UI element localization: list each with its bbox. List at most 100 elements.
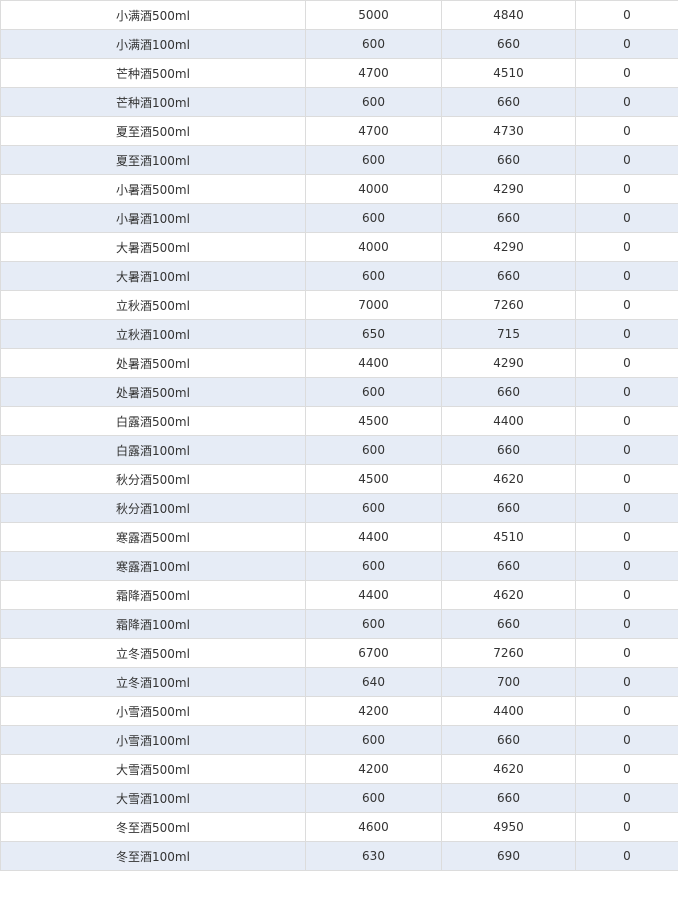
value-cell-3: 0 [623,124,631,138]
value-cell-1: 4700 [306,59,442,87]
value-cell-1: 600 [306,610,442,638]
value-cell-3: 0 [623,530,631,544]
value-cell-2: 700 [442,668,576,696]
product-name-cell: 冬至酒500ml [0,813,306,841]
table-row: 霜降酒500ml 4400 4620 0 [0,581,678,610]
product-name-cell: 芒种酒100ml [0,88,306,116]
product-name-cell: 芒种酒500ml [0,59,306,87]
value-cell-2: 690 [442,842,576,870]
product-name-cell: 小满酒100ml [0,30,306,58]
value-cell-2: 660 [442,378,576,406]
table-row: 冬至酒100ml 630 690 0 [0,842,678,871]
value-cell-1: 600 [306,552,442,580]
value-cell-3: 0 [623,414,631,428]
product-name-cell: 大暑酒500ml [0,233,306,261]
product-name-cell: 秋分酒500ml [0,465,306,493]
value-cell-1: 630 [306,842,442,870]
value-cell-2: 4730 [442,117,576,145]
table-row: 冬至酒500ml 4600 4950 0 [0,813,678,842]
value-cell-3: 0 [623,153,631,167]
value-cell-2: 660 [442,552,576,580]
value-cell-3: 0 [623,8,631,22]
table-row: 白露酒500ml 4500 4400 0 [0,407,678,436]
value-cell-1: 600 [306,30,442,58]
product-name-cell: 大雪酒100ml [0,784,306,812]
value-cell-2: 4290 [442,349,576,377]
product-name-cell: 夏至酒100ml [0,146,306,174]
value-cell-2: 660 [442,204,576,232]
table-row: 芒种酒500ml 4700 4510 0 [0,59,678,88]
product-name-cell: 立冬酒100ml [0,668,306,696]
value-cell-2: 7260 [442,639,576,667]
table-row: 白露酒100ml 600 660 0 [0,436,678,465]
value-cell-1: 4200 [306,755,442,783]
value-cell-1: 600 [306,204,442,232]
table-row: 处暑酒500ml 4400 4290 0 [0,349,678,378]
value-cell-1: 600 [306,436,442,464]
table-row: 立秋酒500ml 7000 7260 0 [0,291,678,320]
value-cell-2: 4290 [442,175,576,203]
value-cell-3: 0 [623,269,631,283]
table-row: 大雪酒100ml 600 660 0 [0,784,678,813]
value-cell-1: 4200 [306,697,442,725]
table-row: 秋分酒100ml 600 660 0 [0,494,678,523]
value-cell-1: 640 [306,668,442,696]
product-name-cell: 小暑酒100ml [0,204,306,232]
value-cell-2: 4950 [442,813,576,841]
value-cell-3: 0 [623,849,631,863]
table-row: 小暑酒100ml 600 660 0 [0,204,678,233]
value-cell-1: 4400 [306,523,442,551]
product-name-cell: 大雪酒500ml [0,755,306,783]
product-name-cell: 处暑酒500ml [0,349,306,377]
value-cell-1: 4600 [306,813,442,841]
product-name-cell: 寒露酒500ml [0,523,306,551]
value-cell-1: 600 [306,494,442,522]
value-cell-3: 0 [623,820,631,834]
value-cell-1: 4400 [306,349,442,377]
value-cell-2: 660 [442,88,576,116]
value-cell-2: 4290 [442,233,576,261]
product-name-cell: 小雪酒100ml [0,726,306,754]
value-cell-1: 6700 [306,639,442,667]
value-cell-3: 0 [623,733,631,747]
value-cell-2: 660 [442,726,576,754]
value-cell-3: 0 [623,385,631,399]
value-cell-1: 4400 [306,581,442,609]
value-cell-2: 7260 [442,291,576,319]
value-cell-2: 660 [442,494,576,522]
product-name-cell: 白露酒500ml [0,407,306,435]
product-name-cell: 小雪酒500ml [0,697,306,725]
value-cell-3: 0 [623,646,631,660]
value-cell-3: 0 [623,762,631,776]
value-cell-1: 4700 [306,117,442,145]
value-cell-2: 660 [442,436,576,464]
table-row: 立冬酒100ml 640 700 0 [0,668,678,697]
product-name-cell: 冬至酒100ml [0,842,306,870]
table-row: 处暑酒500ml 600 660 0 [0,378,678,407]
value-cell-1: 5000 [306,1,442,29]
product-name-cell: 霜降酒500ml [0,581,306,609]
table-row: 芒种酒100ml 600 660 0 [0,88,678,117]
value-cell-3: 0 [623,675,631,689]
value-cell-1: 4500 [306,407,442,435]
value-cell-2: 4840 [442,1,576,29]
value-cell-1: 600 [306,726,442,754]
value-cell-3: 0 [623,37,631,51]
value-cell-3: 0 [623,356,631,370]
table-row: 小满酒500ml 5000 4840 0 [0,1,678,30]
table-row: 大雪酒500ml 4200 4620 0 [0,755,678,784]
table-row: 寒露酒500ml 4400 4510 0 [0,523,678,552]
value-cell-3: 0 [623,472,631,486]
value-cell-2: 715 [442,320,576,348]
value-cell-3: 0 [623,298,631,312]
value-cell-3: 0 [623,66,631,80]
product-name-cell: 小满酒500ml [0,1,306,29]
value-cell-3: 0 [623,501,631,515]
value-cell-3: 0 [623,182,631,196]
value-cell-2: 660 [442,262,576,290]
value-cell-1: 600 [306,262,442,290]
table-row: 大暑酒100ml 600 660 0 [0,262,678,291]
value-cell-3: 0 [623,95,631,109]
product-name-cell: 寒露酒100ml [0,552,306,580]
value-cell-2: 660 [442,30,576,58]
